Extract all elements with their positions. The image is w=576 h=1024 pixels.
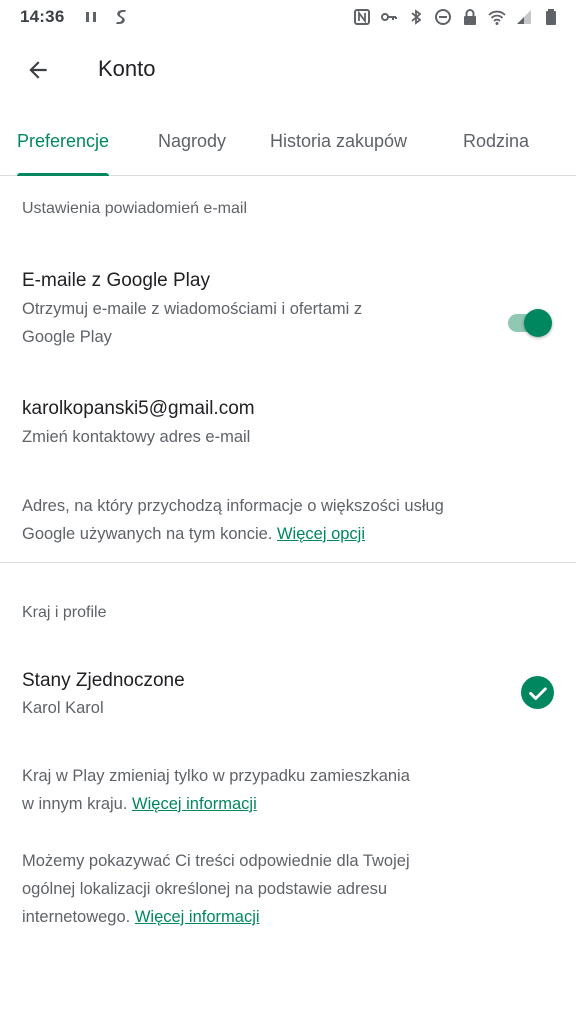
- bluetooth-icon: [407, 8, 425, 26]
- country-info-line1: Kraj w Play zmieniaj tylko w przypadku z…: [22, 767, 410, 785]
- do-not-disturb-icon: [434, 8, 452, 26]
- back-button[interactable]: [16, 48, 60, 92]
- pause-icon: [82, 8, 100, 26]
- signal-icon: [515, 8, 533, 26]
- tab-label: Preferencje: [17, 131, 110, 151]
- location-info-line1: Możemy pokazywać Ci treści odpowiednie d…: [22, 852, 410, 870]
- google-play-emails-title: E-maile z Google Play: [22, 270, 210, 291]
- location-info-line3: internetowego.: [22, 908, 131, 926]
- app-bar: Konto: [0, 34, 576, 108]
- tab-historia-zakupow[interactable]: Historia zakupów: [270, 108, 407, 175]
- country-more-info-link[interactable]: Więcej informacji: [132, 795, 257, 813]
- nfc-icon: [353, 8, 371, 26]
- arrow-back-icon: [29, 61, 47, 79]
- check-circle-icon: [521, 676, 554, 709]
- country-name: Stany Zjednoczone: [22, 670, 185, 691]
- country-section-header: Kraj i profile: [22, 604, 107, 621]
- status-bar: 14:36: [0, 0, 576, 34]
- tab-bar: Preferencje Nagrody Historia zakupów Rod…: [0, 108, 576, 176]
- tab-label: Rodzina: [463, 131, 530, 151]
- google-play-emails-subtitle-line2: Google Play: [22, 328, 112, 346]
- tab-rodzina[interactable]: Rodzina: [463, 108, 529, 175]
- wifi-icon: [488, 8, 506, 26]
- contact-email-address: karolkopanski5@gmail.com: [22, 398, 255, 419]
- email-info-line2: Google używanych na tym koncie.: [22, 525, 273, 543]
- email-info-line1: Adres, na który przychodzą informacje o …: [22, 497, 444, 515]
- country-info-line2: w innym kraju.: [22, 795, 128, 813]
- tab-nagrody[interactable]: Nagrody: [158, 108, 226, 175]
- more-options-link[interactable]: Więcej opcji: [277, 525, 365, 543]
- location-more-info-link[interactable]: Więcej informacji: [135, 908, 260, 926]
- tab-label: Historia zakupów: [270, 131, 408, 151]
- profile-name: Karol Karol: [22, 699, 104, 717]
- status-time: 14:36: [20, 7, 65, 26]
- email-section-header: Ustawienia powiadomień e-mail: [22, 200, 247, 217]
- country-info-text: Kraj w Play zmieniaj tylko w przypadku z…: [22, 762, 552, 818]
- tab-preferencje[interactable]: Preferencje: [17, 108, 110, 176]
- battery-icon: [542, 8, 560, 26]
- google-play-emails-toggle[interactable]: [506, 308, 552, 338]
- shazam-icon: [112, 8, 130, 26]
- toggle-thumb: [524, 309, 552, 337]
- email-info-text: Adres, na który przychodzą informacje o …: [22, 492, 552, 548]
- tab-indicator: [17, 173, 110, 176]
- google-play-emails-subtitle-line1: Otrzymuj e-maile z wiadomościami i ofert…: [22, 300, 363, 318]
- location-info-text: Możemy pokazywać Ci treści odpowiednie d…: [22, 847, 552, 931]
- tab-label: Nagrody: [158, 131, 227, 151]
- page-title: Konto: [98, 56, 156, 81]
- vpn-key-icon: [380, 8, 398, 26]
- location-info-line2: ogólnej lokalizacji określonej na podsta…: [22, 880, 388, 898]
- lock-icon: [461, 8, 479, 26]
- section-divider: [0, 562, 576, 563]
- contact-email-subtitle: Zmień kontaktowy adres e-mail: [22, 428, 251, 446]
